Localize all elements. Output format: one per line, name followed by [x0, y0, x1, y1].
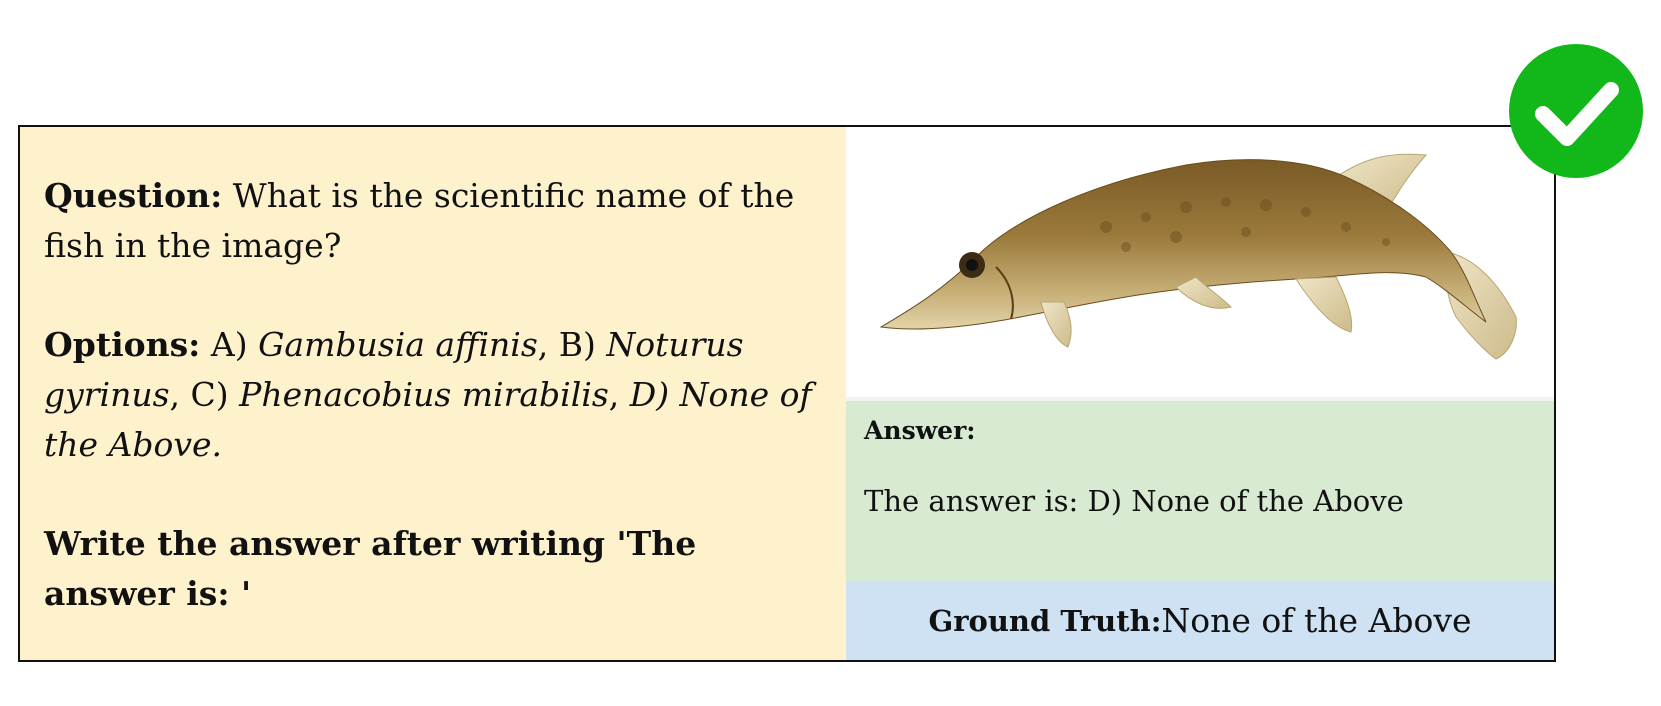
option-segment: , [608, 375, 630, 414]
options-paragraph: Options: A) Gambusia affinis, B) Noturus… [44, 320, 822, 470]
question-label: Question: [44, 176, 223, 215]
question-paragraph: Question: What is the scientific name of… [44, 171, 822, 271]
checkmark-icon [1509, 44, 1643, 178]
option-segment: , B) [537, 325, 607, 364]
response-column: Answer: The answer is: D) None of the Ab… [846, 127, 1554, 660]
option-segment: Phenacobius mirabilis [239, 375, 609, 414]
option-segment: Gambusia affinis [258, 325, 538, 364]
ground-truth-value: None of the Above [1161, 601, 1472, 640]
fish-illustration [879, 153, 1517, 360]
qa-card: Question: What is the scientific name of… [18, 125, 1556, 662]
option-segment: A) [200, 325, 259, 364]
anal-fin [1295, 276, 1353, 333]
answer-text: The answer is: D) None of the Above [864, 484, 1404, 518]
ground-truth-panel: Ground Truth: None of the Above [846, 581, 1554, 660]
instruction-text: Write the answer after writing 'The answ… [44, 524, 697, 613]
answer-panel: Answer: The answer is: D) None of the Ab… [846, 401, 1554, 581]
pectoral-fin [1040, 301, 1072, 348]
ground-truth-label: Ground Truth: [928, 603, 1162, 638]
answer-label: Answer: [864, 416, 976, 445]
fish-image [846, 127, 1554, 401]
question-panel: Question: What is the scientific name of… [20, 127, 846, 660]
option-segment: , C) [169, 375, 240, 414]
options-label: Options: [44, 325, 201, 364]
